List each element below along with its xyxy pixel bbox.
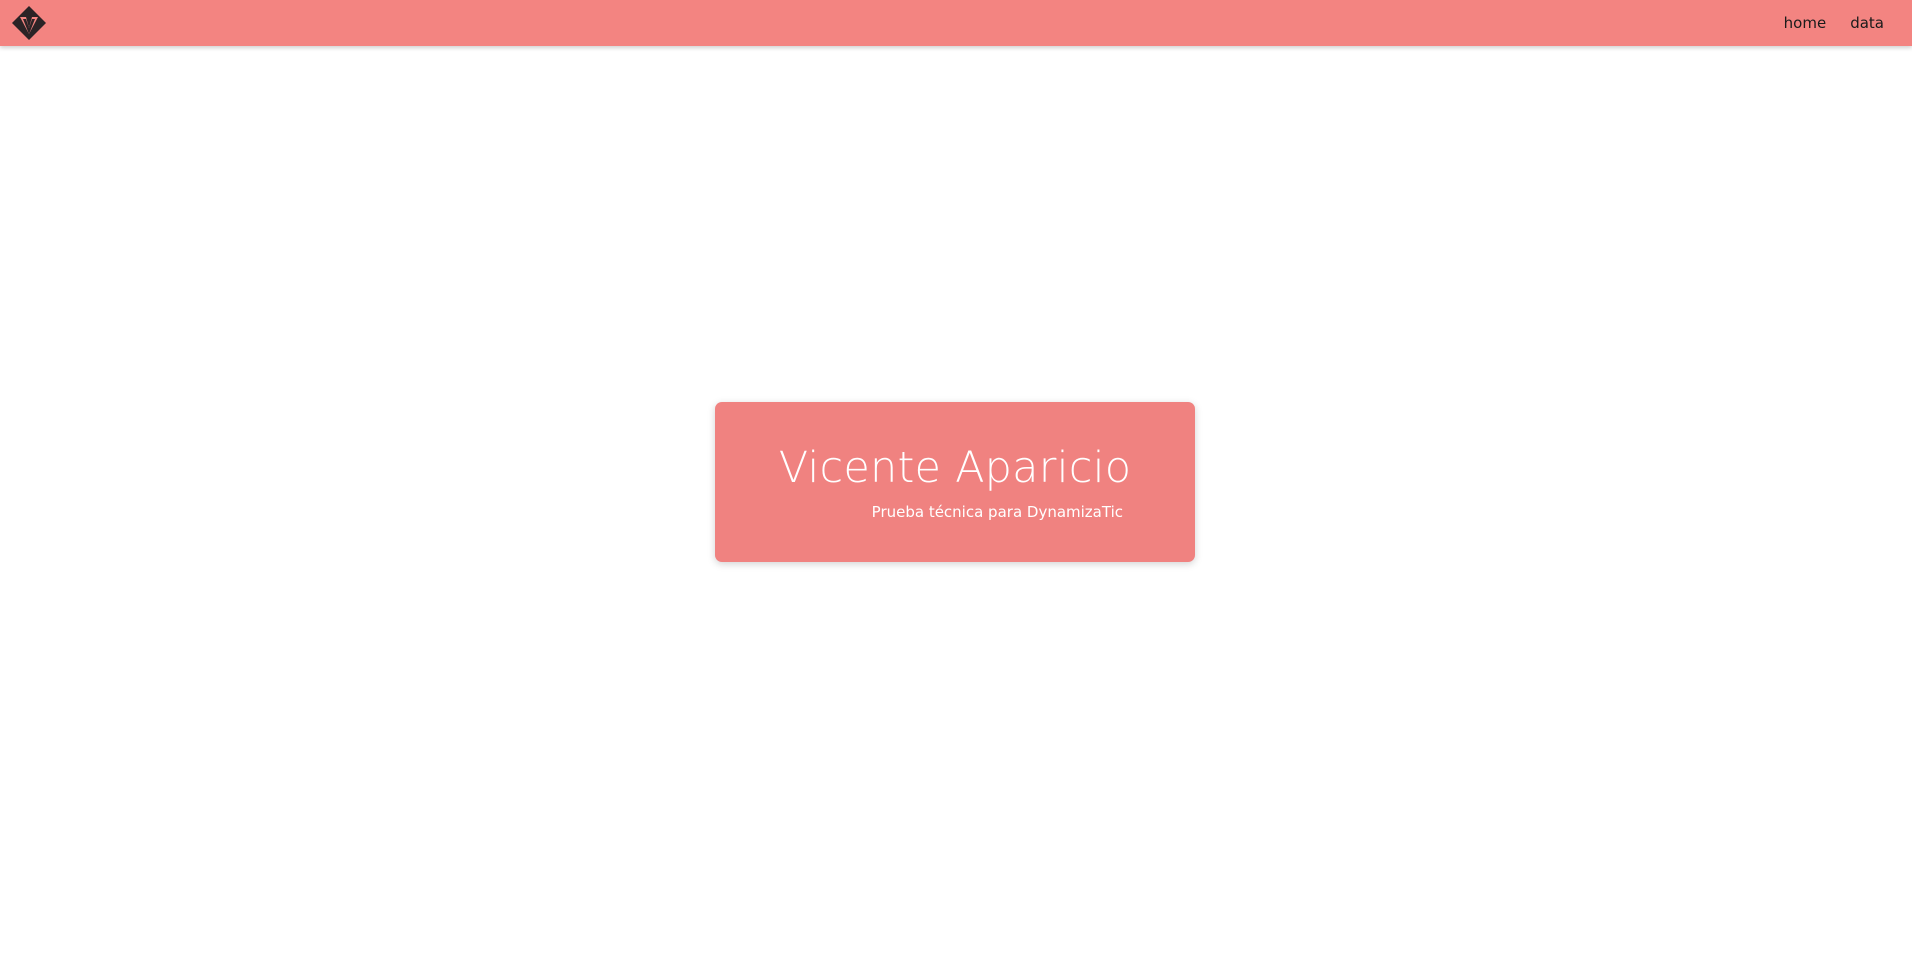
nav-links: home data <box>1784 14 1884 32</box>
hero-subtitle: Prueba técnica para DynamizaTic <box>871 503 1123 521</box>
nav-link-data[interactable]: data <box>1850 14 1884 32</box>
hero-card: Vicente Aparicio Prueba técnica para Dyn… <box>715 402 1195 562</box>
nav-link-home[interactable]: home <box>1784 14 1827 32</box>
diamond-v-logo-icon <box>12 6 46 40</box>
hero-title: Vicente Aparicio <box>778 443 1132 493</box>
top-navbar: home data <box>0 0 1912 46</box>
logo-icon[interactable] <box>10 4 48 42</box>
